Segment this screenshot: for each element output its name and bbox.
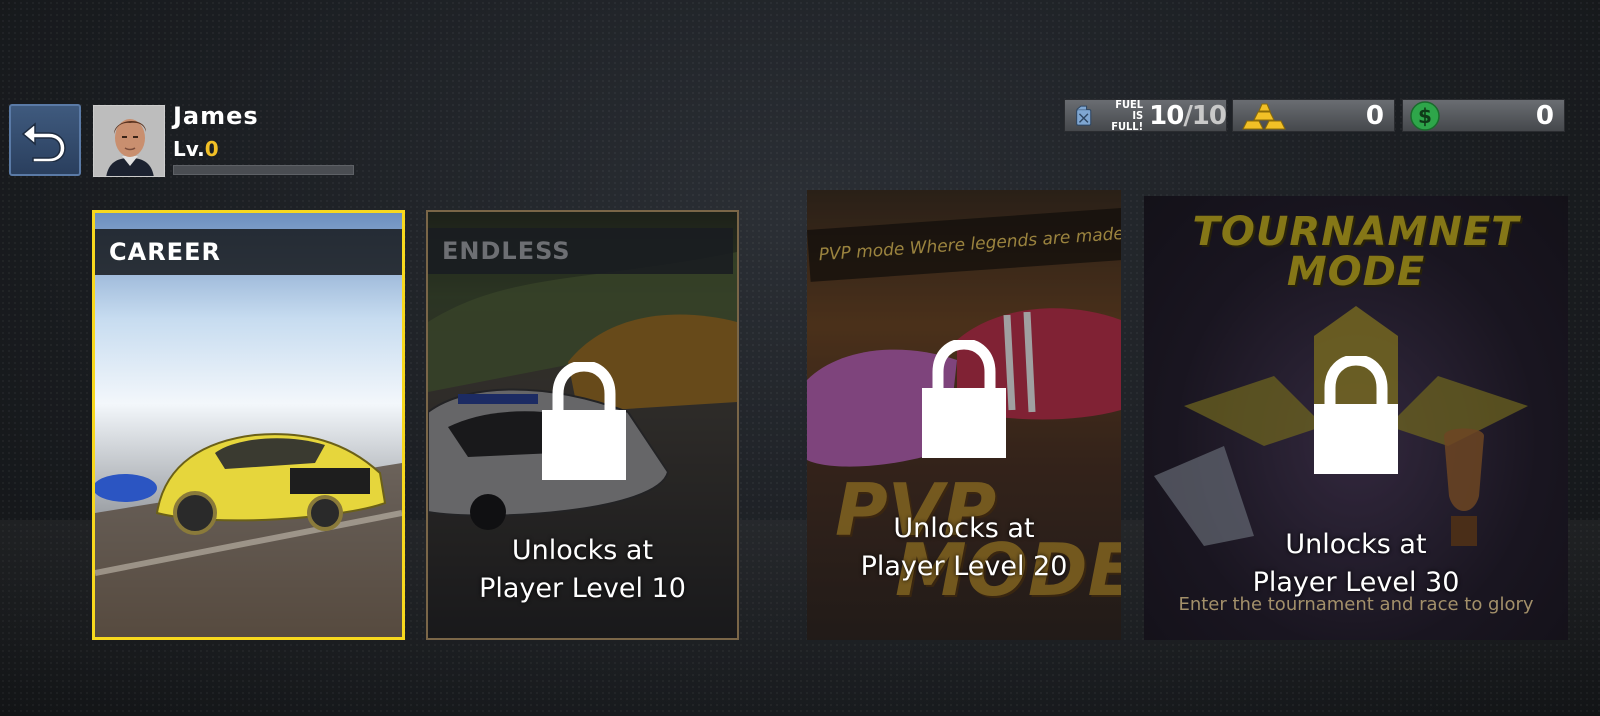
lock-icon xyxy=(1314,356,1398,474)
level-value: 0 xyxy=(204,137,219,161)
pvp-mode-card[interactable]: PVP mode Where legends are made PVP MODE… xyxy=(807,190,1121,640)
fuel-current: 10 xyxy=(1149,100,1184,131)
unlock-line2: Player Level 20 xyxy=(860,551,1068,582)
cash-panel[interactable]: $ 0 xyxy=(1402,99,1565,132)
unlock-line2: Player Level 10 xyxy=(479,573,686,604)
tournament-tagline: Enter the tournament and race to glory xyxy=(1178,594,1534,615)
unlock-line1: Unlocks at xyxy=(893,513,1035,544)
endless-unlock-text: Unlocks at Player Level 10 xyxy=(428,532,737,608)
fuel-status-line2: FULL! xyxy=(1111,120,1144,133)
gold-bars-icon xyxy=(1242,103,1286,129)
player-level: Lv.0 xyxy=(173,137,219,161)
player-name: James xyxy=(173,102,259,130)
endless-mode-card[interactable]: ENDLESS Unlocks at Player Level 10 xyxy=(426,210,739,640)
gold-value: 0 xyxy=(1365,100,1384,131)
fuel-max: /10 xyxy=(1183,100,1227,131)
avatar[interactable] xyxy=(93,105,165,177)
yellow-sports-car-icon xyxy=(95,433,402,637)
svg-text:$: $ xyxy=(1418,104,1432,128)
fuel-status-label: FUEL IS FULL! xyxy=(1105,99,1143,132)
lock-icon xyxy=(542,362,626,480)
dollar-coin-icon: $ xyxy=(1410,100,1440,131)
back-button[interactable] xyxy=(9,104,81,176)
fuel-count: 10/10 xyxy=(1149,100,1227,131)
lock-icon xyxy=(922,340,1006,458)
gold-panel[interactable]: 0 xyxy=(1232,99,1395,132)
xp-progress-bar xyxy=(173,165,354,175)
tournament-unlock-text: Unlocks at Player Level 30 xyxy=(1144,526,1568,602)
unlock-line1: Unlocks at xyxy=(511,535,654,566)
level-prefix: Lv. xyxy=(173,137,205,161)
career-title: CAREER xyxy=(95,229,402,275)
fuel-status-line1: FUEL IS xyxy=(1115,98,1144,122)
cash-value: 0 xyxy=(1535,100,1554,131)
endless-title: ENDLESS xyxy=(428,228,733,274)
pvp-unlock-text: Unlocks at Player Level 20 xyxy=(807,510,1121,586)
fuel-can-icon xyxy=(1076,105,1092,126)
driver-portrait-icon xyxy=(94,106,164,176)
fuel-panel[interactable]: FUEL IS FULL! 10/10 xyxy=(1064,99,1227,132)
unlock-line1: Unlocks at xyxy=(1285,529,1427,560)
career-mode-card[interactable]: CAREER xyxy=(92,210,405,640)
back-arrow-icon xyxy=(21,122,66,162)
tournament-mode-card[interactable]: TOURNAMNET MODE Unlocks at Player Level … xyxy=(1144,196,1568,640)
